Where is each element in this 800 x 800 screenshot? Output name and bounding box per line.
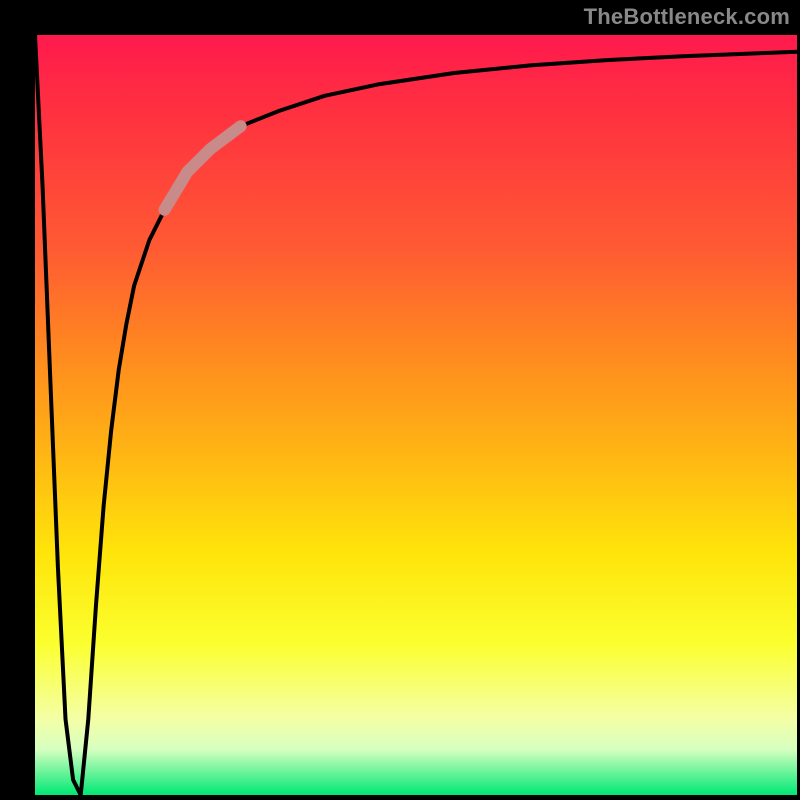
chart-frame: TheBottleneck.com bbox=[0, 0, 800, 800]
watermark-text: TheBottleneck.com bbox=[584, 4, 790, 30]
curve-highlight-segment bbox=[165, 126, 241, 210]
bottleneck-curve-path bbox=[35, 35, 797, 795]
bottleneck-curve-svg bbox=[35, 35, 797, 795]
